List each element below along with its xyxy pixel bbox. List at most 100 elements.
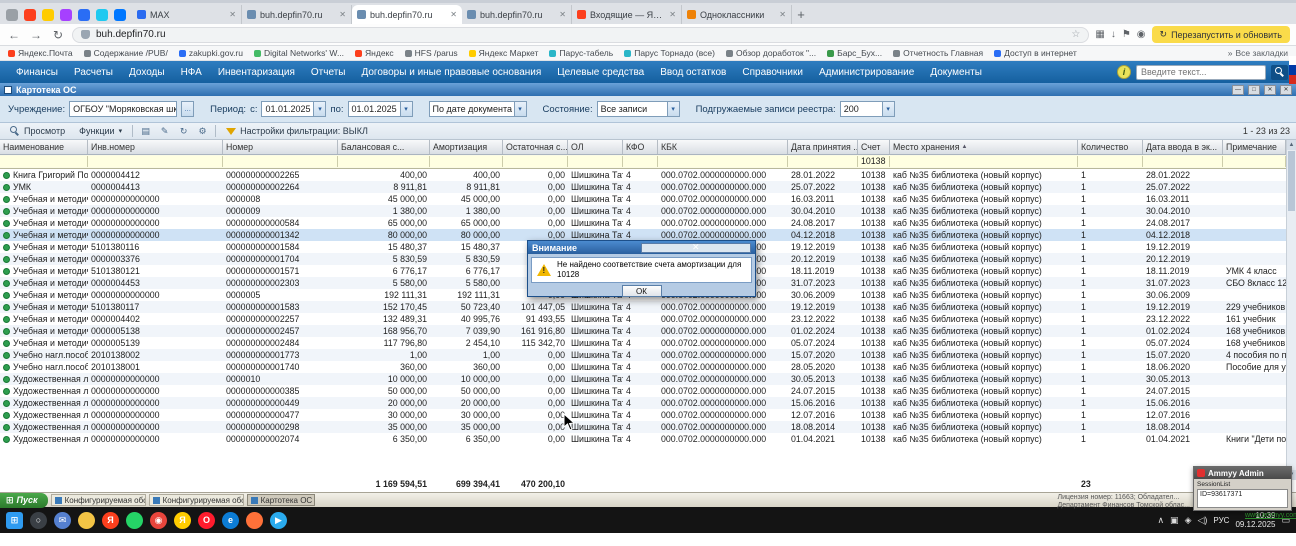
column-header[interactable]: КФО (623, 140, 658, 154)
explorer-icon[interactable] (78, 511, 95, 529)
bookmark-item[interactable]: Яндекс.Почта (8, 48, 73, 58)
filter-cell[interactable] (223, 156, 338, 167)
taskbar-task-button[interactable]: Картотека ОС (246, 494, 315, 506)
pinned-telegram-icon[interactable] (96, 9, 108, 21)
column-header[interactable]: Количество (1078, 140, 1143, 154)
menu-item[interactable]: Договоры и иные правовые основания (353, 67, 549, 78)
table-row[interactable]: Художественная лите...00000000000000 0000… (0, 433, 1286, 445)
tab-close-icon[interactable]: ✕ (559, 10, 566, 19)
language-indicator[interactable]: РУС (1213, 516, 1229, 525)
dialog-ok-button[interactable]: ОК (621, 285, 662, 297)
menu-item[interactable]: Инвентаризация (210, 67, 303, 78)
table-row[interactable]: Художественная лите...00000000000000 0000… (0, 421, 1286, 433)
profile-icon[interactable]: ◉ (1137, 29, 1146, 40)
menu-item[interactable]: Документы (922, 67, 990, 78)
bookmark-item[interactable]: Яндекс Маркет (468, 48, 538, 58)
browser-tab[interactable]: Одноклассники ✕ (682, 5, 792, 24)
restart-update-button[interactable]: ↻ Перезапустить и обновить (1151, 26, 1290, 43)
info-icon[interactable]: i (1117, 65, 1131, 79)
firefox-icon[interactable] (246, 511, 263, 529)
telegram-icon[interactable]: ▶ (270, 511, 287, 529)
ammyy-session-list[interactable]: ID=93617371 (1197, 489, 1288, 508)
downloads-icon[interactable]: ↓ (1111, 29, 1116, 40)
table-row[interactable]: Учебная и методическ...0000005139 0000000… (0, 337, 1286, 349)
table-row[interactable]: Художественная лите...00000000000000 0000… (0, 385, 1286, 397)
pinned-menu-icon[interactable] (6, 9, 18, 21)
table-row[interactable]: Учебная и методическ...5101380117 0000000… (0, 301, 1286, 313)
bookmark-star-icon[interactable]: ☆ (1071, 29, 1080, 40)
dialog-close-icon[interactable]: ✕ (640, 242, 751, 253)
filter-cell[interactable] (503, 156, 568, 167)
start-button-remote[interactable]: ⊞ Пуск (0, 492, 48, 508)
bookmark-item[interactable]: Парус-табель (549, 48, 613, 58)
column-header[interactable]: Номер (223, 140, 338, 154)
chevron-up-icon[interactable]: ∧ (1157, 515, 1164, 526)
institution-browse-button[interactable]: … (181, 101, 195, 117)
vertical-scrollbar[interactable]: ▲ ▼ (1286, 140, 1296, 480)
table-row[interactable]: Учебно нагл.пособие2010138001 00000000000… (0, 361, 1286, 373)
filter-cell[interactable] (0, 156, 88, 167)
column-header[interactable]: Остаточная с... (503, 140, 568, 154)
filter-cell[interactable] (338, 156, 430, 167)
search-icon[interactable]: ○ (30, 511, 47, 529)
column-header[interactable]: Наименование (0, 140, 88, 154)
bookmarks-panel-icon[interactable]: ⚑ (1122, 29, 1131, 40)
institution-field[interactable]: ОГБОУ "Моряковская школа-инте (69, 101, 178, 117)
column-header[interactable]: КБК (658, 140, 788, 154)
bookmark-item[interactable]: Обзор доработок "... (725, 48, 816, 58)
minimize-button[interactable]: — (1232, 84, 1244, 95)
column-header[interactable]: ОЛ (568, 140, 623, 154)
volume-icon[interactable]: ◁) (1197, 515, 1207, 526)
pinned-messenger-icon[interactable] (60, 9, 72, 21)
tab-close-icon[interactable]: ✕ (229, 10, 236, 19)
table-row[interactable]: Книга Григорий Потан...0000004412 0000000… (0, 169, 1286, 181)
column-header[interactable]: Примечание (1223, 140, 1286, 154)
edit-icon[interactable]: ✎ (158, 125, 171, 138)
filter-settings-button[interactable]: Настройки фильтрации: ВЫКЛ (222, 126, 372, 136)
yandex-services-icon[interactable]: Я (174, 511, 191, 529)
browser-tab[interactable]: Входящие — Яндекс Почта ✕ (572, 5, 682, 24)
date-from-field[interactable]: 01.01.2025 ▾ (261, 101, 327, 117)
pinned-mail-icon[interactable] (42, 9, 54, 21)
table-row[interactable]: Художественная лите...00000000000000 0000… (0, 373, 1286, 385)
list-icon[interactable]: ▤ (139, 125, 152, 138)
date-to-field[interactable]: 01.01.2025 ▾ (347, 101, 413, 117)
column-header[interactable]: Счет (858, 140, 890, 154)
extensions-icon[interactable]: ▦ (1095, 29, 1104, 40)
bookmark-item[interactable]: Содержание /PUB/ (83, 48, 168, 58)
calendar-icon[interactable]: ▾ (313, 101, 327, 117)
menu-item[interactable]: НФА (173, 67, 210, 78)
pinned-vk-icon[interactable] (78, 9, 90, 21)
filter-cell[interactable]: 10138 (858, 156, 890, 167)
browser-tab[interactable]: buh.depfin70.ru ✕ (462, 5, 572, 24)
edge-icon[interactable]: e (222, 511, 239, 529)
bookmark-item[interactable]: zakupki.gov.ru (178, 48, 243, 58)
registry-select[interactable]: 200 ▾ (839, 101, 895, 117)
back-icon[interactable]: ← (6, 28, 22, 42)
filter-cell[interactable] (1143, 156, 1223, 167)
menu-item[interactable]: Доходы (121, 67, 173, 78)
table-row[interactable]: Художественная лите...00000000000000 0000… (0, 397, 1286, 409)
tab-close-icon[interactable]: ✕ (339, 10, 346, 19)
mail-icon[interactable]: ✉ (54, 511, 71, 529)
browser-tab[interactable]: buh.depfin70.ru ✕ (352, 5, 462, 24)
state-select[interactable]: Все записи ▾ (596, 101, 680, 117)
pinned-services-icon[interactable] (114, 9, 126, 21)
chrome-icon[interactable]: ◉ (150, 511, 167, 529)
menu-item[interactable]: Администрирование (811, 67, 922, 78)
menu-item[interactable]: Расчеты (66, 67, 121, 78)
column-header[interactable]: Инв.номер (88, 140, 223, 154)
browser-tab[interactable]: MAX ✕ (132, 5, 242, 24)
table-row[interactable]: Учебная и методическ...0000005138 0000000… (0, 325, 1286, 337)
column-header[interactable]: Место хранения ▲ (890, 140, 1078, 154)
bookmark-item[interactable]: Отчетность Главная (893, 48, 983, 58)
view-button[interactable]: Просмотр (6, 126, 69, 136)
bookmark-item[interactable]: Барс_Бух... (827, 48, 882, 58)
bookmark-item[interactable]: Яндекс (355, 48, 394, 58)
column-header[interactable]: Амортизация (430, 140, 503, 154)
yandex-browser-icon[interactable]: Я (102, 511, 119, 529)
refresh-icon[interactable]: ↻ (177, 125, 190, 138)
start-button[interactable]: ⊞ (6, 511, 23, 529)
settings-gear-icon[interactable]: ⚙ (196, 125, 209, 138)
filter-cell[interactable] (430, 156, 503, 167)
